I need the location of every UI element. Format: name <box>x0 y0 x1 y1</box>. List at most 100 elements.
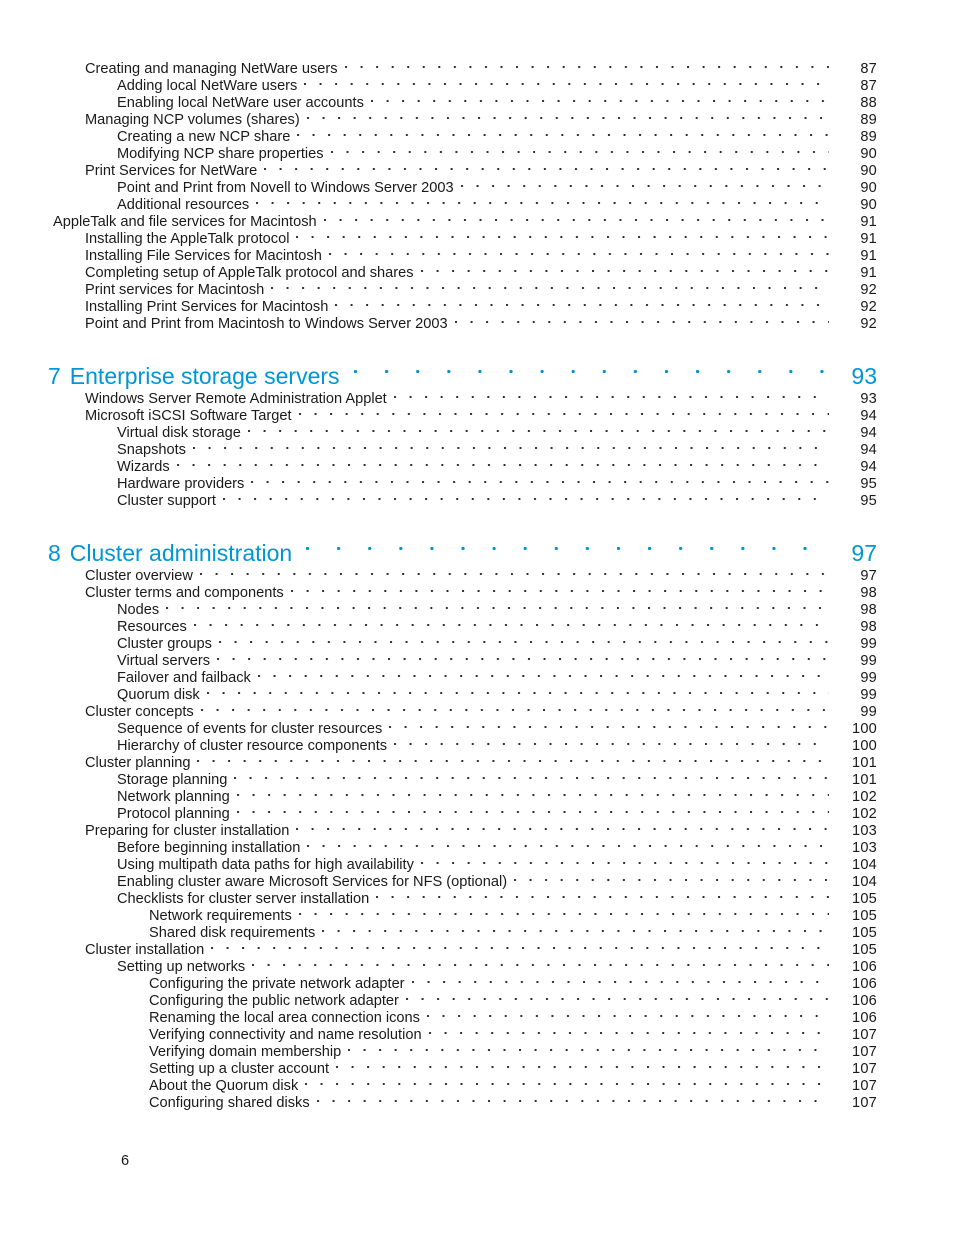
table-of-contents-page: Creating and managing NetWare users 87 Add… <box>0 0 954 1235</box>
toc-entry[interactable]: Modifying NCP share properties 90 <box>0 141 877 162</box>
toc-entry[interactable]: Resources 98 <box>0 614 877 635</box>
dot-leader <box>420 260 829 277</box>
dot-leader <box>290 580 829 597</box>
toc-entry[interactable]: Hardware providers 95 <box>0 471 877 492</box>
toc-entry[interactable]: Print services for Macintosh 92 <box>0 277 877 298</box>
toc-entry[interactable]: Virtual disk storage 94 <box>0 420 877 441</box>
toc-entry-page-number: 92 <box>860 316 877 332</box>
toc-entry[interactable]: Shared disk requirements 105 <box>0 920 877 941</box>
toc-entry[interactable]: Using multipath data paths for high avai… <box>0 852 877 873</box>
dot-leader <box>193 614 829 631</box>
dot-leader <box>236 784 829 801</box>
toc-entry[interactable]: Nodes 98 <box>0 597 877 618</box>
dot-leader <box>454 311 829 328</box>
toc-entry[interactable]: Additional resources 90 <box>0 192 877 213</box>
toc-entry[interactable]: Quorum disk 99 <box>0 682 877 703</box>
toc-entry[interactable]: Creating a new NCP share 89 <box>0 124 877 145</box>
toc-entry[interactable]: Cluster groups 99 <box>0 631 877 652</box>
toc-entry[interactable]: Installing File Services for Macintosh 91 <box>0 243 877 264</box>
toc-entry[interactable]: Wizards 94 <box>0 454 877 475</box>
dot-leader <box>218 631 829 648</box>
dot-leader <box>297 124 829 141</box>
dot-leader <box>234 767 829 784</box>
toc-entry[interactable]: Setting up a cluster account 107 <box>0 1056 877 1077</box>
dot-leader <box>307 835 829 852</box>
toc-entry[interactable]: Managing NCP volumes (shares) 89 <box>0 107 877 128</box>
toc-entry[interactable]: Verifying domain membership 107 <box>0 1039 877 1060</box>
dot-leader <box>257 665 829 682</box>
toc-entry[interactable]: Verifying connectivity and name resoluti… <box>0 1022 877 1043</box>
toc-entry-page-number: 107 <box>852 1095 877 1111</box>
dot-leader <box>411 971 829 988</box>
toc-entry[interactable]: Cluster overview 97 <box>0 563 877 584</box>
toc-entry[interactable]: Setting up networks 106 <box>0 954 877 975</box>
toc-entry[interactable]: About the Quorum disk 107 <box>0 1073 877 1094</box>
dot-leader <box>251 471 829 488</box>
dot-leader <box>271 277 829 294</box>
toc-entry[interactable]: Preparing for cluster installation 103 <box>0 818 877 839</box>
chapter-dot-leader <box>306 527 825 561</box>
dot-leader <box>200 699 829 716</box>
dot-leader <box>206 682 829 699</box>
toc-entry[interactable]: Hierarchy of cluster resource components… <box>0 733 877 754</box>
toc-entry[interactable]: Microsoft iSCSI Software Target 94 <box>0 403 877 424</box>
dot-leader <box>460 175 829 192</box>
dot-leader <box>176 454 829 471</box>
toc-entry[interactable]: Cluster planning 101 <box>0 750 877 771</box>
toc-entry[interactable]: Point and Print from Macintosh to Window… <box>0 311 877 332</box>
toc-chapter-heading[interactable]: 7 Enterprise storage servers 93 <box>0 350 877 389</box>
toc-chapter-heading[interactable]: 8 Cluster administration 97 <box>0 527 877 566</box>
toc-entry[interactable]: Failover and failback 99 <box>0 665 877 686</box>
dot-leader <box>199 563 829 580</box>
toc-entry[interactable]: Enabling cluster aware Microsoft Service… <box>0 869 877 890</box>
toc-entry[interactable]: Snapshots 94 <box>0 437 877 458</box>
dot-leader <box>420 852 829 869</box>
toc-entry[interactable]: Checklists for cluster server installati… <box>0 886 877 907</box>
dot-leader <box>370 90 829 107</box>
toc-entry[interactable]: Cluster concepts 99 <box>0 699 877 720</box>
toc-entry[interactable]: Network planning 102 <box>0 784 877 805</box>
toc-entry[interactable]: Completing setup of AppleTalk protocol a… <box>0 260 877 281</box>
dot-leader <box>296 818 829 835</box>
toc-entry[interactable]: Print Services for NetWare 90 <box>0 158 877 179</box>
dot-leader <box>344 56 829 73</box>
toc-entry[interactable]: Configuring the private network adapter 1… <box>0 971 877 992</box>
toc-entry[interactable]: Creating and managing NetWare users 87 <box>0 56 877 77</box>
dot-leader <box>328 243 829 260</box>
toc-entry[interactable]: Installing Print Services for Macintosh 9… <box>0 294 877 315</box>
toc-entry[interactable]: Cluster installation 105 <box>0 937 877 958</box>
dot-leader <box>192 437 829 454</box>
toc-entry[interactable]: Configuring the public network adapter 10… <box>0 988 877 1009</box>
dot-leader <box>236 801 829 818</box>
toc-entry[interactable]: Point and Print from Novell to Windows S… <box>0 175 877 196</box>
toc-entry[interactable]: Protocol planning 102 <box>0 801 877 822</box>
dot-leader <box>217 648 829 665</box>
toc-entry[interactable]: Sequence of events for cluster resources… <box>0 716 877 737</box>
toc-entry[interactable]: Configuring shared disks 107 <box>0 1090 877 1111</box>
toc-entry[interactable]: Adding local NetWare users 87 <box>0 73 877 94</box>
dot-leader <box>305 1073 829 1090</box>
toc-entry[interactable]: Installing the AppleTalk protocol 91 <box>0 226 877 247</box>
toc-entry[interactable]: Before beginning installation 103 <box>0 835 877 856</box>
dot-leader <box>348 1039 829 1056</box>
dot-leader <box>298 903 829 920</box>
toc-entry[interactable]: Enabling local NetWare user accounts 88 <box>0 90 877 111</box>
toc-entry[interactable]: AppleTalk and file services for Macintos… <box>0 209 877 230</box>
toc-entry[interactable]: Renaming the local area connection icons… <box>0 1005 877 1026</box>
dot-leader <box>211 937 829 954</box>
toc-entry[interactable]: Cluster terms and components 98 <box>0 580 877 601</box>
dot-leader <box>166 597 829 614</box>
toc-entry[interactable]: Cluster support 95 <box>0 488 877 509</box>
toc-entry-label: Cluster support <box>117 493 216 509</box>
toc-entry[interactable]: Windows Server Remote Administration App… <box>0 386 877 407</box>
dot-leader <box>306 107 829 124</box>
toc-entry[interactable]: Network requirements 105 <box>0 903 877 924</box>
toc-section: 7 Enterprise storage servers 93 Windows Ser… <box>0 328 877 509</box>
dot-leader <box>336 1056 829 1073</box>
toc-entry[interactable]: Storage planning 101 <box>0 767 877 788</box>
dot-leader <box>298 403 829 420</box>
dot-leader <box>335 294 829 311</box>
toc-entry-list: Creating and managing NetWare users 87 Add… <box>0 56 877 1111</box>
toc-entry[interactable]: Virtual servers 99 <box>0 648 877 669</box>
dot-leader <box>264 158 829 175</box>
